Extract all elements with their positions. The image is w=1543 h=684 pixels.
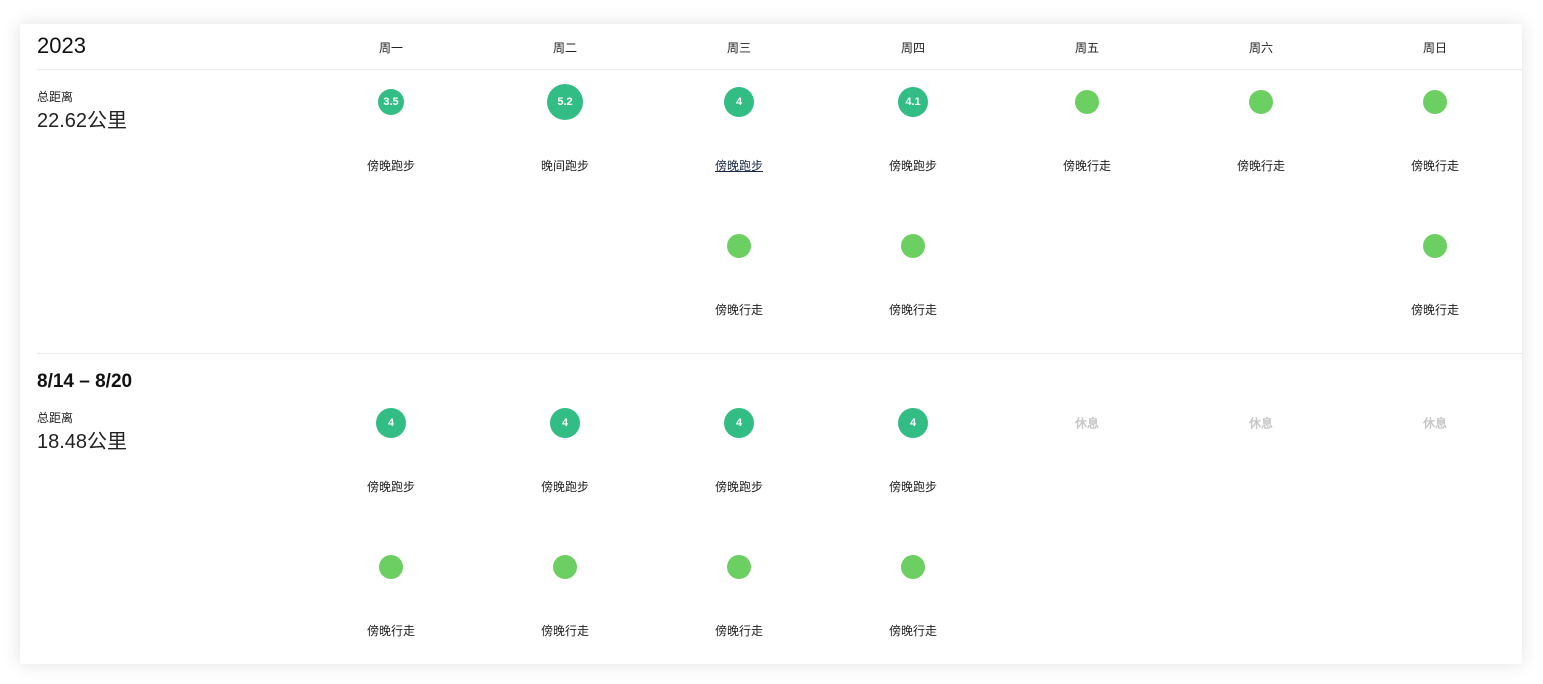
rest-day-label: 休息 <box>1074 416 1100 431</box>
walk-marker[interactable] <box>1423 234 1447 258</box>
activity-name-link[interactable]: 傍晚行走 <box>1063 157 1111 174</box>
day-header-thu: 周四 <box>900 41 925 55</box>
day-header-mon: 周一 <box>378 41 403 55</box>
activity-name-link[interactable]: 傍晚行走 <box>889 622 937 639</box>
walk-marker[interactable] <box>553 555 577 579</box>
activity-name-link[interactable]: 傍晚行走 <box>367 622 415 639</box>
run-distance-marker[interactable]: 3.5 <box>378 89 404 115</box>
activity-name-link[interactable]: 傍晚跑步 <box>541 478 589 495</box>
week2-range: 8/14 – 8/20 <box>37 371 133 392</box>
activity-name-link[interactable]: 傍晚行走 <box>1411 157 1459 174</box>
run-distance-marker[interactable]: 4 <box>724 87 754 117</box>
day-header-tue: 周二 <box>552 41 577 55</box>
walk-marker[interactable] <box>1423 90 1447 114</box>
walk-marker[interactable] <box>1249 90 1273 114</box>
activity-name-link[interactable]: 傍晚跑步 <box>367 157 415 174</box>
walk-marker[interactable] <box>901 555 925 579</box>
activity-name-link[interactable]: 傍晚行走 <box>715 622 763 639</box>
activity-name-link[interactable]: 傍晚行走 <box>1411 301 1459 318</box>
walk-marker[interactable] <box>1075 90 1099 114</box>
activity-name-link[interactable]: 傍晚跑步 <box>889 478 937 495</box>
walk-marker[interactable] <box>901 234 925 258</box>
rest-day-label: 休息 <box>1248 416 1274 431</box>
training-calendar: 2023 周一 周二 周三 周四 周五 周六 周日 总距离 22.62公里 3.… <box>20 24 1522 664</box>
walk-marker[interactable] <box>727 555 751 579</box>
activity-name-link[interactable]: 傍晚跑步 <box>715 157 763 174</box>
week1-distance-value: 22.62公里 <box>37 110 128 132</box>
activity-name-link[interactable]: 傍晚跑步 <box>367 478 415 495</box>
walk-marker[interactable] <box>379 555 403 579</box>
header-divider <box>37 69 1522 70</box>
activity-name-link[interactable]: 傍晚行走 <box>541 622 589 639</box>
activity-name-link[interactable]: 傍晚行走 <box>1237 157 1285 174</box>
day-header-sat: 周六 <box>1248 41 1273 55</box>
week-divider <box>37 353 1522 354</box>
walk-marker[interactable] <box>727 234 751 258</box>
week2-distance-value: 18.48公里 <box>37 431 128 453</box>
run-distance-marker[interactable]: 4.1 <box>898 87 928 117</box>
run-distance-marker[interactable]: 4 <box>724 408 754 438</box>
activity-name-link[interactable]: 傍晚行走 <box>715 301 763 318</box>
run-distance-marker[interactable]: 4 <box>376 408 406 438</box>
activity-name-link[interactable]: 傍晚跑步 <box>715 478 763 495</box>
year-title: 2023 <box>37 33 86 58</box>
day-header-fri: 周五 <box>1074 41 1099 55</box>
day-header-wed: 周三 <box>726 41 751 55</box>
week2-distance-label: 总距离 <box>37 411 74 425</box>
run-distance-marker[interactable]: 4 <box>550 408 580 438</box>
activity-name-link[interactable]: 傍晚行走 <box>889 301 937 318</box>
week1-distance-label: 总距离 <box>37 90 74 104</box>
run-distance-marker[interactable]: 4 <box>898 408 928 438</box>
rest-day-label: 休息 <box>1422 416 1448 431</box>
day-header-sun: 周日 <box>1422 41 1447 55</box>
run-distance-marker[interactable]: 5.2 <box>547 84 583 120</box>
activity-name-link[interactable]: 晚间跑步 <box>541 157 589 174</box>
activity-name-link[interactable]: 傍晚跑步 <box>889 157 937 174</box>
